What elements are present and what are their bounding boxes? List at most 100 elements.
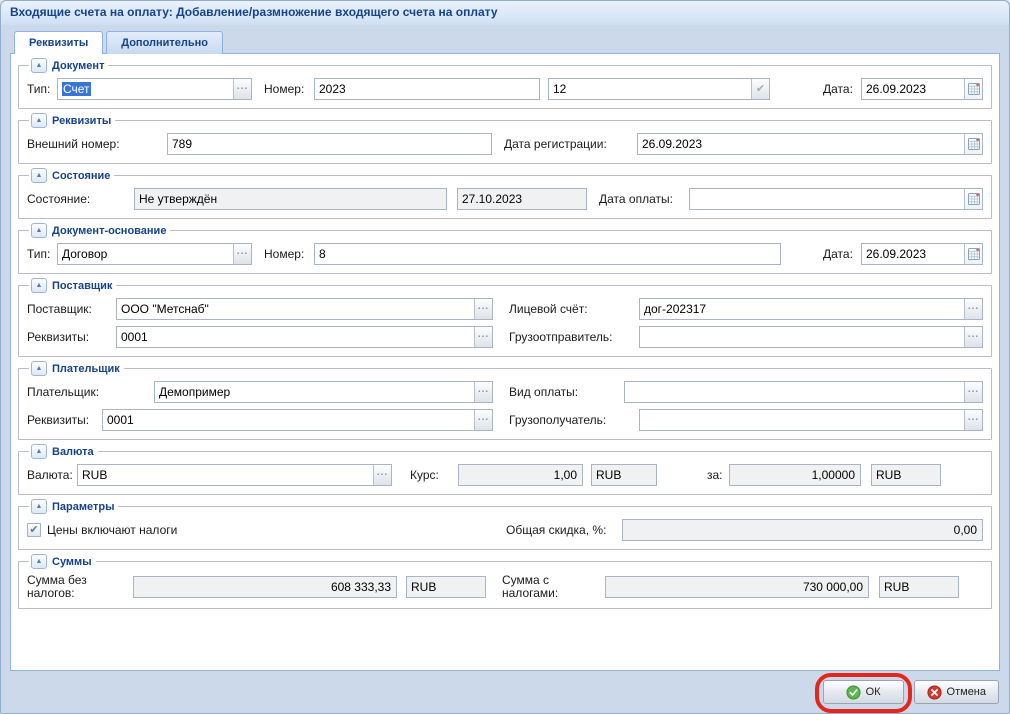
lookup-trigger-button[interactable]: ... [233,79,251,99]
base-number-label: Номер: [264,247,314,261]
dialog-window: Входящие счета на оплату: Добавление/раз… [0,0,1010,714]
doc-number-field[interactable]: 2023 [314,78,540,100]
calendar-icon [968,248,980,260]
per-field: 1,00000 [729,464,861,486]
ok-button[interactable]: ОК [823,680,904,704]
discount-field: 0,00 [622,519,983,541]
rate-label: Курс: [410,468,458,482]
lookup-trigger-button[interactable]: ... [964,327,982,347]
account-field[interactable]: дог-202317 ... [639,298,983,320]
state-date-field: 27.10.2023 [457,188,587,210]
calendar-trigger-button[interactable] [964,134,982,154]
section-legend-text: Валюта [52,446,94,458]
payment-type-label: Вид оплаты: [509,385,624,399]
collapse-toggle-button[interactable]: ▲ [31,113,47,128]
lookup-trigger-button[interactable]: ... [474,327,492,347]
gross-sum-field: 730 000,00 [605,576,869,598]
check-trigger-button[interactable]: ✔ [751,79,769,99]
reg-date-field[interactable]: 26.09.2023 [637,133,983,155]
section-requisites: ▲ Реквизиты Внешний номер: 789 Дата реги… [18,113,992,164]
base-date-field[interactable]: 26.09.2023 [861,243,983,265]
payment-type-field[interactable]: ... [624,381,983,403]
supplier-requisites-field[interactable]: 0001 ... [116,326,493,348]
tab-rekvizity[interactable]: Реквизиты [14,31,103,54]
collapse-toggle-button[interactable]: ▲ [31,499,47,514]
doc-type-field[interactable]: Счет ... [57,78,252,100]
collapse-toggle-button[interactable]: ▲ [31,58,47,73]
cancel-button[interactable]: Отмена [914,680,999,704]
section-legend-text: Документ [52,60,104,72]
calendar-icon [968,83,980,95]
calendar-trigger-button[interactable] [964,244,982,264]
collapse-arrow-icon: ▲ [36,448,43,455]
dialog-title: Входящие счета на оплату: Добавление/раз… [1,1,1009,25]
section-payer: ▲ Плательщик Плательщик: Демопример ... … [18,361,992,440]
section-legend-text: Состояние [52,170,110,182]
collapse-toggle-button[interactable]: ▲ [31,554,47,569]
lookup-trigger-button[interactable]: ... [964,382,982,402]
doc-date-value: 26.09.2023 [862,82,964,96]
form-panel: ▲ Документ Тип: Счет ... Номер: 2023 12 … [10,53,1000,671]
section-document: ▲ Документ Тип: Счет ... Номер: 2023 12 … [18,58,992,109]
calendar-icon [968,193,980,205]
ext-number-field[interactable]: 789 [167,133,492,155]
net-sum-field: 608 333,33 [133,576,397,598]
per-value: 1,00000 [730,468,860,482]
taxes-checkbox-group: ✔ Цены включают налоги [27,523,506,537]
currency-label: Валюта: [27,468,77,482]
lookup-trigger-button[interactable]: ... [233,244,251,264]
ext-number-label: Внешний номер: [27,137,167,151]
payer-field[interactable]: Демопример ... [154,381,493,403]
ellipsis-icon: ... [968,413,979,427]
base-type-field[interactable]: Договор ... [57,243,252,265]
pay-date-field[interactable] [689,188,983,210]
calendar-trigger-button[interactable] [964,189,982,209]
tab-dopolnitelno[interactable]: Дополнительно [106,31,223,54]
collapse-arrow-icon: ▲ [36,117,43,124]
collapse-toggle-button[interactable]: ▲ [31,168,47,183]
consignee-label: Грузополучатель: [509,413,639,427]
calendar-trigger-button[interactable] [964,79,982,99]
payer-requisites-field[interactable]: 0001 ... [102,409,493,431]
ellipsis-icon: ... [478,302,489,316]
section-base-document: ▲ Документ-основание Тип: Договор ... Но… [18,223,992,274]
ellipsis-icon: ... [237,82,248,96]
lookup-trigger-button[interactable]: ... [373,465,391,485]
shipper-label: Грузоотправитель: [509,330,639,344]
lookup-trigger-button[interactable]: ... [474,382,492,402]
cancel-button-label: Отмена [947,686,986,698]
section-document-legend: ▲ Документ [29,58,108,73]
prices-include-taxes-checkbox[interactable]: ✔ [27,523,41,537]
lookup-trigger-button[interactable]: ... [964,410,982,430]
doc-number-label: Номер: [264,82,314,96]
collapse-toggle-button[interactable]: ▲ [31,361,47,376]
collapse-toggle-button[interactable]: ▲ [31,223,47,238]
ellipsis-icon: ... [478,413,489,427]
supplier-label: Поставщик: [27,302,116,316]
lookup-trigger-button[interactable]: ... [474,299,492,319]
account-value: дог-202317 [640,302,964,316]
shipper-field[interactable]: ... [639,326,983,348]
lookup-trigger-button[interactable]: ... [474,410,492,430]
section-supplier: ▲ Поставщик Поставщик: ООО "Метснаб" ...… [18,278,992,357]
ok-check-icon [846,685,861,700]
doc-number-value: 2023 [315,82,539,96]
consignee-field[interactable]: ... [639,409,983,431]
collapse-toggle-button[interactable]: ▲ [31,444,47,459]
collapse-toggle-button[interactable]: ▲ [31,278,47,293]
doc-number2-field[interactable]: 12 ✔ [548,78,770,100]
tab-label: Реквизиты [29,37,88,49]
doc-date-field[interactable]: 26.09.2023 [861,78,983,100]
base-type-label: Тип: [27,247,57,261]
base-type-value: Договор [58,247,233,261]
lookup-trigger-button[interactable]: ... [964,299,982,319]
supplier-field[interactable]: ООО "Метснаб" ... [116,298,493,320]
supplier-value: ООО "Метснаб" [117,302,474,316]
taxes-checkbox-label: Цены включают налоги [47,523,177,537]
section-state: ▲ Состояние Состояние: Не утверждён 27.1… [18,168,992,219]
gross-currency-field: RUB [879,576,959,598]
base-number-field[interactable]: 8 [314,243,781,265]
currency-field[interactable]: RUB ... [77,464,392,486]
rate-currency-value: RUB [592,468,656,482]
rate-currency-field: RUB [591,464,657,486]
